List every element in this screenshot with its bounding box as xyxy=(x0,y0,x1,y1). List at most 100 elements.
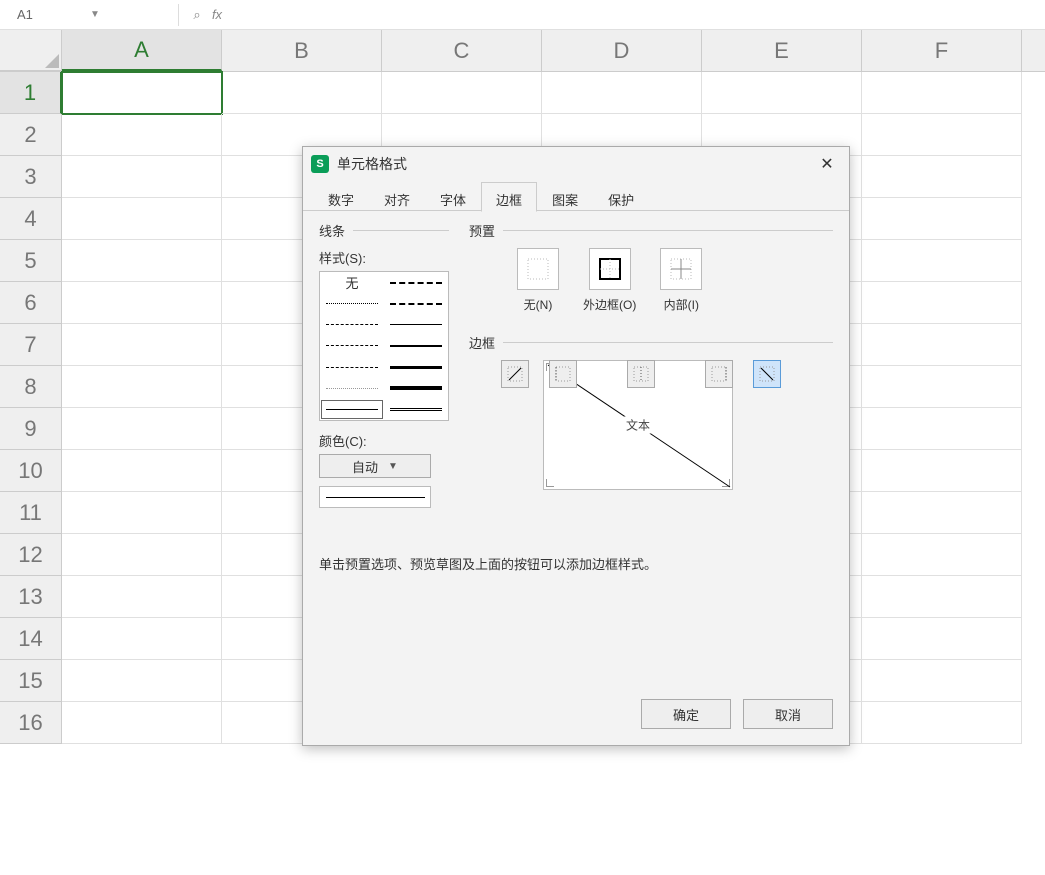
line-style-thin[interactable] xyxy=(320,399,384,420)
cell[interactable] xyxy=(862,156,1022,198)
cell[interactable] xyxy=(862,450,1022,492)
line-style-picker[interactable]: 无 xyxy=(319,271,449,421)
cell-reference-box[interactable]: A1 ▼ xyxy=(10,4,170,26)
border-diag-down-button[interactable] xyxy=(753,360,781,388)
cell[interactable] xyxy=(62,618,222,660)
cell[interactable] xyxy=(862,408,1022,450)
row-header[interactable]: 11 xyxy=(0,492,62,534)
cell[interactable] xyxy=(542,72,702,114)
line-style-double[interactable] xyxy=(384,399,448,420)
preset-inside[interactable]: 内部(I) xyxy=(660,248,702,313)
formula-input[interactable] xyxy=(227,4,1045,26)
cell[interactable] xyxy=(862,198,1022,240)
cell[interactable] xyxy=(862,534,1022,576)
cell[interactable] xyxy=(862,282,1022,324)
cell[interactable] xyxy=(62,282,222,324)
fx-icon[interactable]: fx xyxy=(207,7,227,22)
preset-label: 无(N) xyxy=(524,296,553,313)
cell[interactable] xyxy=(862,492,1022,534)
row-header[interactable]: 13 xyxy=(0,576,62,618)
line-style-none[interactable]: 无 xyxy=(320,272,384,293)
cell[interactable] xyxy=(62,240,222,282)
column-header[interactable]: A xyxy=(62,30,222,71)
preset-outline[interactable]: 外边框(O) xyxy=(583,248,636,313)
line-style-medium[interactable] xyxy=(384,335,448,356)
tab-2[interactable]: 字体 xyxy=(425,182,481,212)
preset-none[interactable]: 无(N) xyxy=(517,248,559,313)
cell[interactable] xyxy=(862,324,1022,366)
dialog-titlebar[interactable]: S 单元格格式 ✕ xyxy=(303,147,849,181)
row-header[interactable]: 2 xyxy=(0,114,62,156)
cell[interactable] xyxy=(862,366,1022,408)
cell[interactable] xyxy=(862,576,1022,618)
cell[interactable] xyxy=(62,366,222,408)
column-header[interactable]: B xyxy=(222,30,382,71)
line-style-longdash[interactable] xyxy=(320,357,384,378)
cell[interactable] xyxy=(62,114,222,156)
cell[interactable] xyxy=(62,198,222,240)
cell[interactable] xyxy=(62,324,222,366)
border-left-button[interactable] xyxy=(549,360,577,388)
hint-text: 单击预置选项、预览草图及上面的按钮可以添加边框样式。 xyxy=(319,554,833,573)
cell[interactable] xyxy=(62,702,222,744)
row-header[interactable]: 5 xyxy=(0,240,62,282)
row-header[interactable]: 15 xyxy=(0,660,62,702)
tab-3[interactable]: 边框 xyxy=(481,182,537,212)
row-header[interactable]: 12 xyxy=(0,534,62,576)
column-header[interactable]: D xyxy=(542,30,702,71)
cell[interactable] xyxy=(862,660,1022,702)
line-style-thick[interactable] xyxy=(384,357,448,378)
column-header[interactable]: F xyxy=(862,30,1022,71)
tab-0[interactable]: 数字 xyxy=(313,182,369,212)
tab-4[interactable]: 图案 xyxy=(537,182,593,212)
row-header[interactable]: 1 xyxy=(0,72,62,114)
cell[interactable] xyxy=(62,450,222,492)
select-all-corner[interactable] xyxy=(0,30,62,71)
row-header[interactable]: 4 xyxy=(0,198,62,240)
cell[interactable] xyxy=(382,72,542,114)
cancel-button[interactable]: 取消 xyxy=(743,699,833,729)
color-picker[interactable]: 自动 ▼ xyxy=(319,454,431,478)
row-header[interactable]: 6 xyxy=(0,282,62,324)
cell[interactable] xyxy=(62,72,222,114)
close-icon[interactable]: ✕ xyxy=(813,150,841,178)
row-header[interactable]: 3 xyxy=(0,156,62,198)
cell[interactable] xyxy=(62,576,222,618)
zoom-icon[interactable]: ⌕ xyxy=(187,7,207,23)
cell[interactable] xyxy=(862,240,1022,282)
row-header[interactable]: 16 xyxy=(0,702,62,744)
line-style-heavy[interactable] xyxy=(384,378,448,399)
cell[interactable] xyxy=(862,702,1022,744)
line-style-medium2[interactable] xyxy=(384,314,448,335)
tab-5[interactable]: 保护 xyxy=(593,182,649,212)
line-style-dashed[interactable] xyxy=(320,335,384,356)
row-header[interactable]: 8 xyxy=(0,366,62,408)
row-header[interactable]: 10 xyxy=(0,450,62,492)
cell[interactable] xyxy=(222,72,382,114)
row-header[interactable]: 9 xyxy=(0,408,62,450)
border-diag-up-button[interactable] xyxy=(501,360,529,388)
ok-button[interactable]: 确定 xyxy=(641,699,731,729)
cell[interactable] xyxy=(702,72,862,114)
cell[interactable] xyxy=(62,156,222,198)
cell[interactable] xyxy=(862,618,1022,660)
tab-1[interactable]: 对齐 xyxy=(369,182,425,212)
border-right-button[interactable] xyxy=(705,360,733,388)
column-header[interactable]: C xyxy=(382,30,542,71)
cell[interactable] xyxy=(62,408,222,450)
cell[interactable] xyxy=(862,114,1022,156)
cell[interactable] xyxy=(862,72,1022,114)
cell-reference-text: A1 xyxy=(17,7,90,22)
line-style-dashdot[interactable] xyxy=(320,314,384,335)
cell[interactable] xyxy=(62,660,222,702)
line-style-mediumdash[interactable] xyxy=(384,293,448,314)
row-header[interactable]: 7 xyxy=(0,324,62,366)
line-style-hair[interactable] xyxy=(320,378,384,399)
row-header[interactable]: 14 xyxy=(0,618,62,660)
border-middle-v-button[interactable] xyxy=(627,360,655,388)
line-style-dotted[interactable] xyxy=(320,293,384,314)
cell[interactable] xyxy=(62,492,222,534)
cell[interactable] xyxy=(62,534,222,576)
column-header[interactable]: E xyxy=(702,30,862,71)
line-style-mediumdashdot[interactable] xyxy=(384,272,448,293)
